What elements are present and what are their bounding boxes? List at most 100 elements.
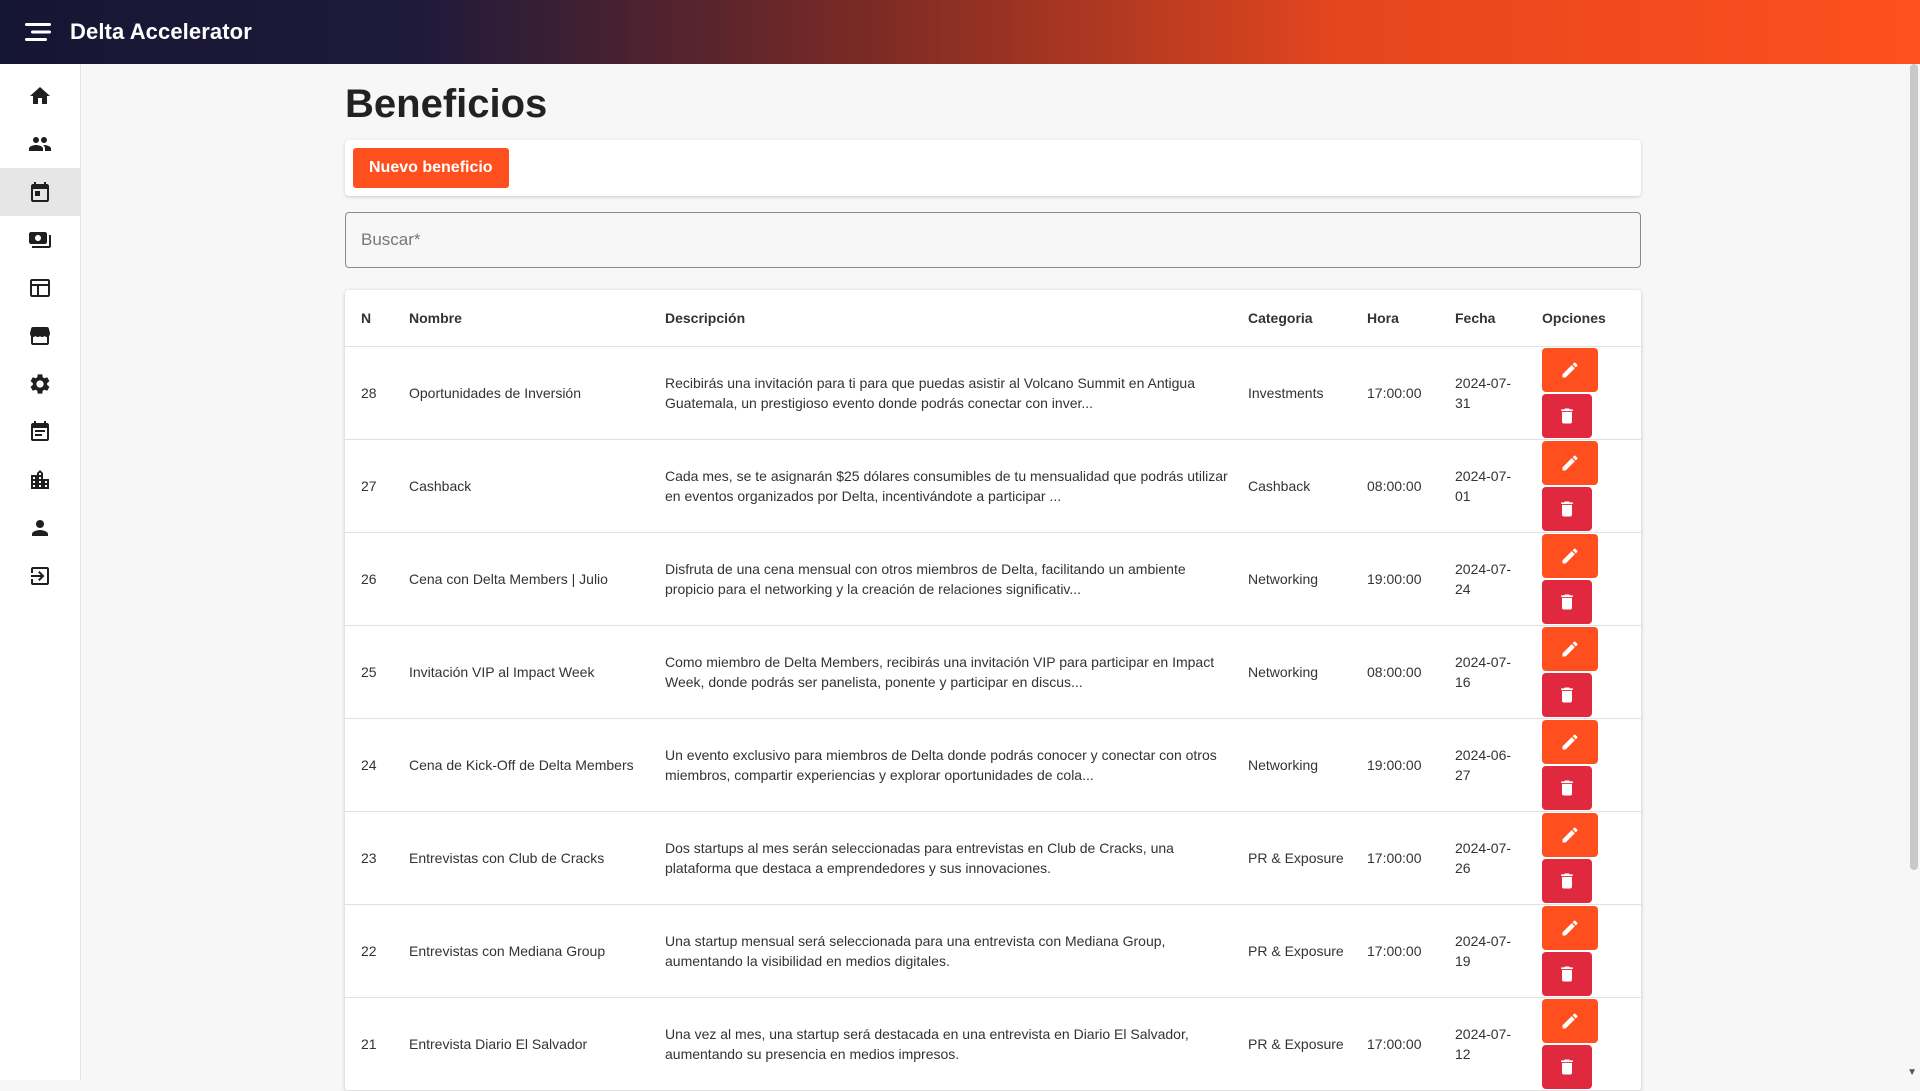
table-row: 24 Cena de Kick-Off de Delta Members Un ev… bbox=[345, 718, 1641, 812]
edit-button[interactable] bbox=[1542, 348, 1598, 392]
cell-nombre: Cena con Delta Members | Julio bbox=[393, 532, 649, 626]
cell-hora: 08:00:00 bbox=[1351, 439, 1439, 533]
cell-hora: 17:00:00 bbox=[1351, 997, 1439, 1091]
main-content: Beneficios Nuevo beneficio N Nombre Desc… bbox=[345, 64, 1641, 1091]
column-header-hora: Hora bbox=[1351, 290, 1439, 347]
pencil-icon bbox=[1560, 1011, 1580, 1031]
app-title: Delta Accelerator bbox=[70, 19, 252, 44]
cell-nombre: Oportunidades de Inversión bbox=[393, 346, 649, 440]
pencil-icon bbox=[1560, 825, 1580, 845]
pencil-icon bbox=[1560, 360, 1580, 380]
gear-icon bbox=[30, 374, 50, 394]
sidebar-item-store[interactable] bbox=[0, 312, 80, 360]
column-header-descripcion: Descripción bbox=[649, 290, 1232, 347]
business-icon bbox=[31, 470, 49, 489]
delete-button[interactable] bbox=[1542, 1045, 1592, 1089]
table-row: 25 Invitación VIP al Impact Week Como miem… bbox=[345, 625, 1641, 719]
sidebar-item-profile[interactable] bbox=[0, 504, 80, 552]
app-bar: Delta Accelerator bbox=[0, 0, 1920, 64]
cell-hora: 17:00:00 bbox=[1351, 346, 1439, 440]
table-header-row: N Nombre Descripción Categoria Hora Fech… bbox=[345, 290, 1641, 347]
cell-n: 24 bbox=[345, 718, 393, 812]
cell-categoria: Networking bbox=[1232, 532, 1351, 626]
sidebar-item-table[interactable] bbox=[0, 264, 80, 312]
cell-nombre: Entrevista Diario El Salvador bbox=[393, 997, 649, 1091]
cell-opciones bbox=[1526, 439, 1641, 533]
trash-icon bbox=[1557, 964, 1577, 984]
cell-n: 21 bbox=[345, 997, 393, 1091]
pencil-icon bbox=[1560, 453, 1580, 473]
column-header-n: N bbox=[345, 290, 393, 347]
person-icon bbox=[32, 520, 48, 536]
sidebar-item-calendar[interactable] bbox=[0, 168, 80, 216]
sidebar-item-home[interactable] bbox=[0, 72, 80, 120]
delete-button[interactable] bbox=[1542, 859, 1592, 903]
cell-fecha: 2024-07-16 bbox=[1439, 625, 1526, 719]
table-row: 28 Oportunidades de Inversión Recibirás un… bbox=[345, 346, 1641, 440]
sidebar-item-logout[interactable] bbox=[0, 552, 80, 600]
cell-n: 22 bbox=[345, 904, 393, 998]
cell-n: 28 bbox=[345, 346, 393, 440]
cell-hora: 17:00:00 bbox=[1351, 904, 1439, 998]
delete-button[interactable] bbox=[1542, 952, 1592, 996]
table-icon bbox=[30, 279, 50, 297]
benefits-table: N Nombre Descripción Categoria Hora Fech… bbox=[345, 290, 1641, 1091]
cell-fecha: 2024-07-01 bbox=[1439, 439, 1526, 533]
cell-fecha: 2024-07-24 bbox=[1439, 532, 1526, 626]
table-row: 22 Entrevistas con Mediana Group Una start… bbox=[345, 904, 1641, 998]
edit-button[interactable] bbox=[1542, 906, 1598, 950]
cell-n: 26 bbox=[345, 532, 393, 626]
pencil-icon bbox=[1560, 918, 1580, 938]
cell-descripcion: Una vez al mes, una startup será destaca… bbox=[649, 997, 1232, 1091]
delete-button[interactable] bbox=[1542, 580, 1592, 624]
trash-icon bbox=[1557, 406, 1577, 426]
sidebar-item-events[interactable] bbox=[0, 408, 80, 456]
delete-button[interactable] bbox=[1542, 766, 1592, 810]
cell-descripcion: Una startup mensual será seleccionada pa… bbox=[649, 904, 1232, 998]
actions-card: Nuevo beneficio bbox=[345, 140, 1641, 196]
delete-button[interactable] bbox=[1542, 673, 1592, 717]
cell-nombre: Cena de Kick-Off de Delta Members bbox=[393, 718, 649, 812]
cell-descripcion: Disfruta de una cena mensual con otros m… bbox=[649, 532, 1232, 626]
cell-fecha: 2024-06-27 bbox=[1439, 718, 1526, 812]
trash-icon bbox=[1557, 685, 1577, 705]
cell-descripcion: Recibirás una invitación para ti para qu… bbox=[649, 346, 1232, 440]
new-benefit-button[interactable]: Nuevo beneficio bbox=[353, 148, 509, 188]
edit-button[interactable] bbox=[1542, 441, 1598, 485]
event-note-icon bbox=[31, 421, 49, 441]
sidebar-item-payments[interactable] bbox=[0, 216, 80, 264]
search-field bbox=[345, 212, 1641, 268]
table-row: 21 Entrevista Diario El Salvador Una vez a… bbox=[345, 997, 1641, 1091]
storefront-icon bbox=[30, 327, 50, 345]
table-row: 27 Cashback Cada mes, se te asignarán $25 … bbox=[345, 439, 1641, 533]
edit-button[interactable] bbox=[1542, 999, 1598, 1043]
edit-button[interactable] bbox=[1542, 627, 1598, 671]
trash-icon bbox=[1557, 592, 1577, 612]
scroll-down-arrow[interactable]: ▼ bbox=[1907, 1067, 1917, 1078]
cell-n: 27 bbox=[345, 439, 393, 533]
cell-descripcion: Cada mes, se te asignarán $25 dólares co… bbox=[649, 439, 1232, 533]
sidebar-item-companies[interactable] bbox=[0, 456, 80, 504]
search-input[interactable] bbox=[346, 213, 1640, 267]
trash-icon bbox=[1557, 499, 1577, 519]
home-icon bbox=[30, 87, 50, 104]
sidebar-item-settings[interactable] bbox=[0, 360, 80, 408]
table-body: 28 Oportunidades de Inversión Recibirás un… bbox=[345, 346, 1641, 1091]
cell-categoria: PR & Exposure bbox=[1232, 904, 1351, 998]
page-scrollbar[interactable] bbox=[1910, 64, 1918, 870]
cell-opciones bbox=[1526, 811, 1641, 905]
edit-button[interactable] bbox=[1542, 720, 1598, 764]
cell-nombre: Entrevistas con Mediana Group bbox=[393, 904, 649, 998]
sidebar bbox=[0, 64, 81, 1080]
login-icon bbox=[31, 567, 49, 585]
cell-opciones bbox=[1526, 904, 1641, 998]
trash-icon bbox=[1557, 871, 1577, 891]
edit-button[interactable] bbox=[1542, 534, 1598, 578]
edit-button[interactable] bbox=[1542, 813, 1598, 857]
delete-button[interactable] bbox=[1542, 394, 1592, 438]
menu-icon[interactable] bbox=[18, 12, 58, 52]
cell-hora: 08:00:00 bbox=[1351, 625, 1439, 719]
sidebar-item-people[interactable] bbox=[0, 120, 80, 168]
cell-hora: 19:00:00 bbox=[1351, 718, 1439, 812]
delete-button[interactable] bbox=[1542, 487, 1592, 531]
